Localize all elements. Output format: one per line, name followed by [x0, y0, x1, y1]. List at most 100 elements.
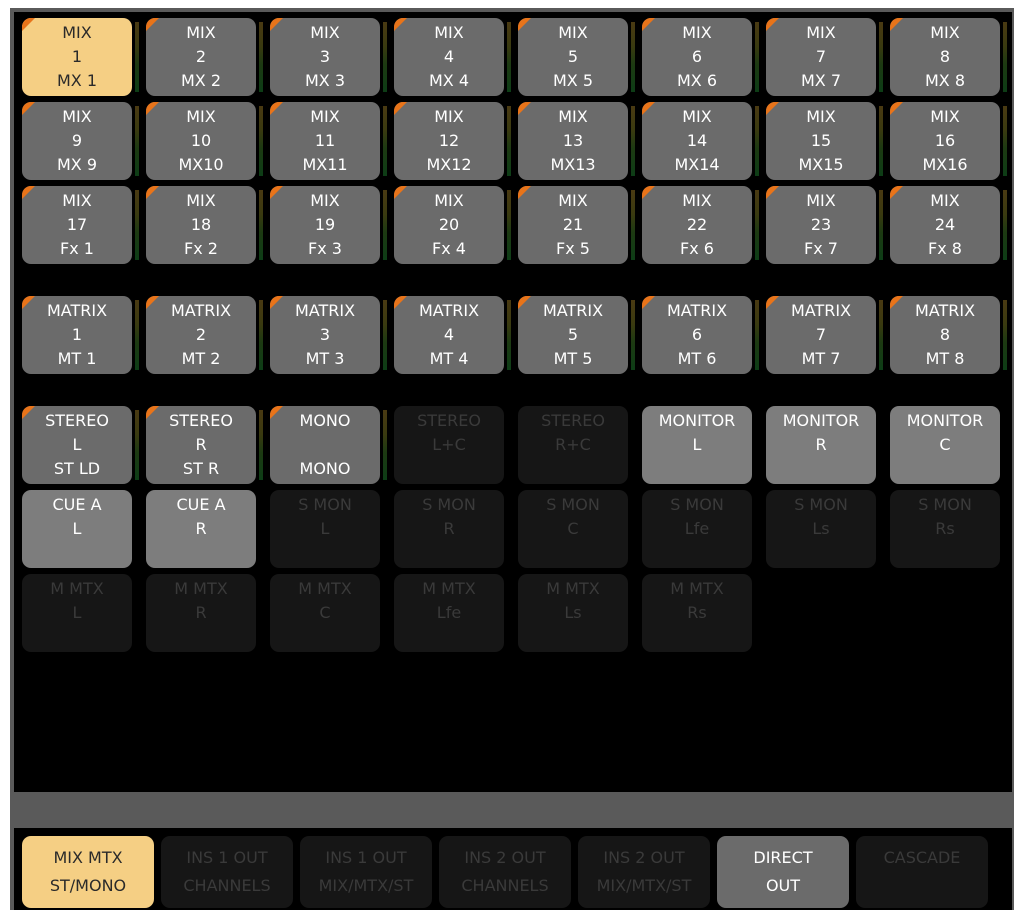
output-button-mix-21[interactable]: MIX 21 Fx 5 — [518, 186, 628, 264]
level-meter — [507, 22, 511, 92]
button-label-line: M MTX — [298, 579, 352, 598]
output-button-stereo-r-c: STEREO R+C — [518, 406, 628, 484]
output-button-mix-20[interactable]: MIX 20 Fx 4 — [394, 186, 504, 264]
tab-ins-1-out-mix-mtx-st[interactable]: INS 1 OUT MIX/MTX/ST — [300, 836, 432, 908]
button-label-line: MIX — [310, 23, 340, 42]
button-label-line: MATRIX — [294, 301, 356, 320]
button-label-line: MIX — [558, 23, 588, 42]
output-patch-window: MIX 1 MX 1 MIX 2 MX 2 MIX 3 MX 3 MIX 4 MX 4 MIX 5 MX 5… — [10, 8, 1014, 910]
output-button-mix-17[interactable]: MIX 17 Fx 1 — [22, 186, 132, 264]
level-meter — [507, 190, 511, 260]
button-label-line: MATRIX — [914, 301, 976, 320]
tab-label-line: INS 2 OUT — [603, 848, 685, 867]
tab-label-line: INS 2 OUT — [464, 848, 546, 867]
tab-label-line: CHANNELS — [461, 876, 549, 895]
output-button-matrix-3[interactable]: MATRIX 3 MT 3 — [270, 296, 380, 374]
output-button-cue-a-l[interactable]: CUE A L — [22, 490, 132, 568]
output-button-mix-15[interactable]: MIX 15 MX15 — [766, 102, 876, 180]
output-button-stereo-l-c: STEREO L+C — [394, 406, 504, 484]
output-button-mix-9[interactable]: MIX 9 MX 9 — [22, 102, 132, 180]
output-button-matrix-7[interactable]: MATRIX 7 MT 7 — [766, 296, 876, 374]
output-button-mix-18[interactable]: MIX 18 Fx 2 — [146, 186, 256, 264]
button-label-line: MX 7 — [800, 71, 842, 90]
patched-indicator-icon — [890, 186, 903, 199]
button-label-line: MATRIX — [790, 301, 852, 320]
output-button-monitor-l[interactable]: MONITOR L — [642, 406, 752, 484]
patched-indicator-icon — [766, 102, 779, 115]
output-button-mix-7[interactable]: MIX 7 MX 7 — [766, 18, 876, 96]
output-button-mix-2[interactable]: MIX 2 MX 2 — [146, 18, 256, 96]
patched-indicator-icon — [890, 296, 903, 309]
output-button-s-mon-lfe: S MON Lfe — [642, 490, 752, 568]
button-label-line: MX 5 — [552, 71, 594, 90]
button-label-line: 24 — [934, 215, 956, 234]
output-button-mix-24[interactable]: MIX 24 Fx 8 — [890, 186, 1000, 264]
tab-ins-2-out-channels[interactable]: INS 2 OUT CHANNELS — [439, 836, 571, 908]
output-slot: S MON L — [270, 490, 392, 568]
output-button-mix-4[interactable]: MIX 4 MX 4 — [394, 18, 504, 96]
level-meter — [755, 300, 759, 370]
patched-indicator-icon — [146, 186, 159, 199]
button-label-line: 13 — [562, 131, 584, 150]
output-button-mono-[interactable]: MONO MONO — [270, 406, 380, 484]
button-label-line: S MON — [794, 495, 848, 514]
output-button-mix-10[interactable]: MIX 10 MX10 — [146, 102, 256, 180]
tab-cascade[interactable]: CASCADE — [856, 836, 988, 908]
output-button-matrix-2[interactable]: MATRIX 2 MT 2 — [146, 296, 256, 374]
output-button-mix-19[interactable]: MIX 19 Fx 3 — [270, 186, 380, 264]
button-label-line: MIX — [186, 107, 216, 126]
output-button-monitor-r[interactable]: MONITOR R — [766, 406, 876, 484]
tab-direct-out[interactable]: DIRECT OUT — [717, 836, 849, 908]
output-button-stereo-l[interactable]: STEREO L ST LD — [22, 406, 132, 484]
output-button-mix-11[interactable]: MIX 11 MX11 — [270, 102, 380, 180]
output-button-mix-14[interactable]: MIX 14 MX14 — [642, 102, 752, 180]
output-button-mix-6[interactable]: MIX 6 MX 6 — [642, 18, 752, 96]
tab-label-line: MIX MTX — [53, 848, 123, 867]
output-button-mix-12[interactable]: MIX 12 MX12 — [394, 102, 504, 180]
button-label-line: 16 — [934, 131, 956, 150]
level-meter — [631, 190, 635, 260]
tab-ins-1-out-channels[interactable]: INS 1 OUT CHANNELS — [161, 836, 293, 908]
output-button-monitor-c[interactable]: MONITOR C — [890, 406, 1000, 484]
button-label-line: 1 — [71, 47, 83, 66]
output-button-mix-5[interactable]: MIX 5 MX 5 — [518, 18, 628, 96]
tab-ins-2-out-mix-mtx-st[interactable]: INS 2 OUT MIX/MTX/ST — [578, 836, 710, 908]
output-button-mix-13[interactable]: MIX 13 MX13 — [518, 102, 628, 180]
output-button-mix-1[interactable]: MIX 1 MX 1 — [22, 18, 132, 96]
button-label-line: L — [692, 435, 702, 454]
output-button-mix-23[interactable]: MIX 23 Fx 7 — [766, 186, 876, 264]
patched-indicator-icon — [642, 186, 655, 199]
tab-label-line: MIX/MTX/ST — [596, 876, 692, 895]
patched-indicator-icon — [394, 18, 407, 31]
output-button-matrix-1[interactable]: MATRIX 1 MT 1 — [22, 296, 132, 374]
level-meter — [135, 300, 139, 370]
output-button-mix-8[interactable]: MIX 8 MX 8 — [890, 18, 1000, 96]
button-label-line: MIX — [558, 191, 588, 210]
button-label-line: 7 — [815, 325, 827, 344]
button-label-line: Ls — [812, 519, 830, 538]
output-slot: MIX 14 MX14 — [642, 102, 764, 180]
output-button-cue-a-r[interactable]: CUE A R — [146, 490, 256, 568]
button-label-line: CUE A — [176, 495, 226, 514]
button-label-line: 5 — [567, 325, 579, 344]
button-label-line: MONITOR — [782, 411, 860, 430]
button-label-line: 19 — [314, 215, 336, 234]
output-button-matrix-6[interactable]: MATRIX 6 MT 6 — [642, 296, 752, 374]
button-label-line: MIX — [310, 107, 340, 126]
level-meter — [879, 300, 883, 370]
output-button-matrix-5[interactable]: MATRIX 5 MT 5 — [518, 296, 628, 374]
output-button-mix-3[interactable]: MIX 3 MX 3 — [270, 18, 380, 96]
tab-mix-mtx-st-mono[interactable]: MIX MTX ST/MONO — [22, 836, 154, 908]
output-slot: STEREO R+C — [518, 406, 640, 484]
output-button-matrix-8[interactable]: MATRIX 8 MT 8 — [890, 296, 1000, 374]
output-button-mix-16[interactable]: MIX 16 MX16 — [890, 102, 1000, 180]
patched-indicator-icon — [766, 186, 779, 199]
output-button-stereo-r[interactable]: STEREO R ST R — [146, 406, 256, 484]
patched-indicator-icon — [890, 102, 903, 115]
button-label-line: L — [72, 603, 82, 622]
output-slot: MATRIX 1 MT 1 — [22, 296, 144, 374]
output-button-matrix-4[interactable]: MATRIX 4 MT 4 — [394, 296, 504, 374]
output-button-mix-22[interactable]: MIX 22 Fx 6 — [642, 186, 752, 264]
output-button-m-mtx-l: M MTX L — [22, 574, 132, 652]
button-label-line: R — [195, 519, 207, 538]
